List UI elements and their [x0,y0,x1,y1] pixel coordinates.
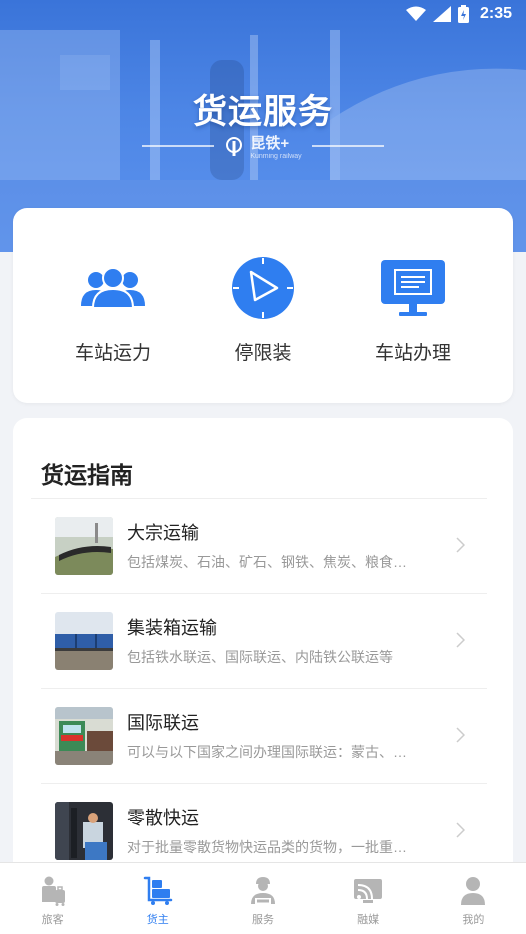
guide-item-text: 零散快运 对于批量零散货物快运品类的货物，一批重… [127,806,439,856]
freight-guide-card: 货运指南 大宗运输 包括煤炭、石油、矿石、钢铁、焦炭、粮食… 集装箱运输 包括铁… [13,418,513,934]
brand-logo: 昆铁+ Kunming railway [224,132,302,160]
section-title: 货运指南 [41,462,133,488]
nav-tab-mine[interactable]: 我的 [421,863,526,927]
quick-actions-card: 车站运力 停限装 车站办理 [13,208,513,403]
chevron-right-icon [456,822,465,838]
bottom-navigation: 旅客 货主 服务 融媒 我的 [0,862,526,934]
station-handling-button[interactable]: 车站办理 [351,254,475,403]
cargo-cart-icon [142,875,174,907]
passenger-icon [37,875,69,907]
station-capacity-button[interactable]: 车站运力 [51,254,175,403]
railway-logo-icon [226,137,243,156]
divider-line [311,145,384,147]
wifi-icon [405,6,426,21]
stop-limit-loading-button[interactable]: 停限装 [201,254,325,403]
page-title: 货运服务 [193,93,333,131]
guide-item-text: 集装箱运输 包括铁水联运、国际联运、内陆铁公联运等 [127,616,439,666]
guide-item-desc: 对于批量零散货物快运品类的货物，一批重… [127,839,407,855]
nav-tab-service[interactable]: 服务 [210,863,315,927]
guide-item-desc: 包括煤炭、石油、矿石、钢铁、焦炭、粮食… [127,554,407,570]
monitor-icon [379,254,447,322]
nav-label: 融媒 [357,914,380,926]
nav-tab-media[interactable]: 融媒 [316,863,421,927]
nav-tab-shipper[interactable]: 货主 [105,863,210,927]
chevron-right-icon [456,537,465,553]
guide-list: 大宗运输 包括煤炭、石油、矿石、钢铁、焦炭、粮食… 集装箱运输 包括铁水联运、国… [41,499,487,879]
guide-item-bulk-transport[interactable]: 大宗运输 包括煤炭、石油、矿石、钢铁、焦炭、粮食… [41,499,487,594]
nav-label: 旅客 [41,914,64,926]
profile-icon [457,875,489,907]
parcel-freight-photo [55,802,113,860]
brand-suffix: + [280,135,290,152]
signal-icon [432,6,451,22]
chevron-right-icon [456,727,465,743]
nav-tab-passenger[interactable]: 旅客 [0,863,105,927]
status-bar: 2:35 [0,0,526,28]
quick-action-label: 停限装 [234,343,292,364]
brand-name: 昆铁 [250,135,281,152]
guide-item-international-transport[interactable]: 国际联运 可以与以下国家之间办理国际联运：蒙古、… [41,689,487,784]
coal-train-photo [55,517,113,575]
guide-item-title: 零散快运 [127,808,199,828]
brand-subtitle: Kunming railway [250,153,302,160]
compass-arrow-icon [229,254,297,322]
guide-item-container-transport[interactable]: 集装箱运输 包括铁水联运、国际联运、内陆铁公联运等 [41,594,487,689]
guide-item-desc: 包括铁水联运、国际联运、内陆铁公联运等 [127,649,393,665]
quick-action-label: 车站运力 [74,343,151,364]
nav-label: 服务 [251,914,274,926]
service-person-icon [247,875,279,907]
guide-item-text: 国际联运 可以与以下国家之间办理国际联运：蒙古、… [127,711,439,761]
nav-label: 我的 [462,914,485,926]
clock: 2:35 [479,5,512,22]
guide-item-text: 大宗运输 包括煤炭、石油、矿石、钢铁、焦炭、粮食… [127,521,439,571]
brand-logo-row: 昆铁+ Kunming railway [0,132,526,160]
international-train-photo [55,707,113,765]
guide-item-title: 集装箱运输 [127,618,217,638]
guide-item-title: 国际联运 [127,713,199,733]
quick-action-label: 车站办理 [374,343,451,364]
battery-icon [457,5,469,23]
divider-line [142,145,215,147]
people-group-icon [79,254,147,322]
nav-label: 货主 [146,914,169,926]
guide-item-desc: 可以与以下国家之间办理国际联运：蒙古、… [127,744,407,760]
guide-item-title: 大宗运输 [127,523,199,543]
chevron-right-icon [456,632,465,648]
container-train-photo [55,612,113,670]
media-cast-icon [352,875,384,907]
